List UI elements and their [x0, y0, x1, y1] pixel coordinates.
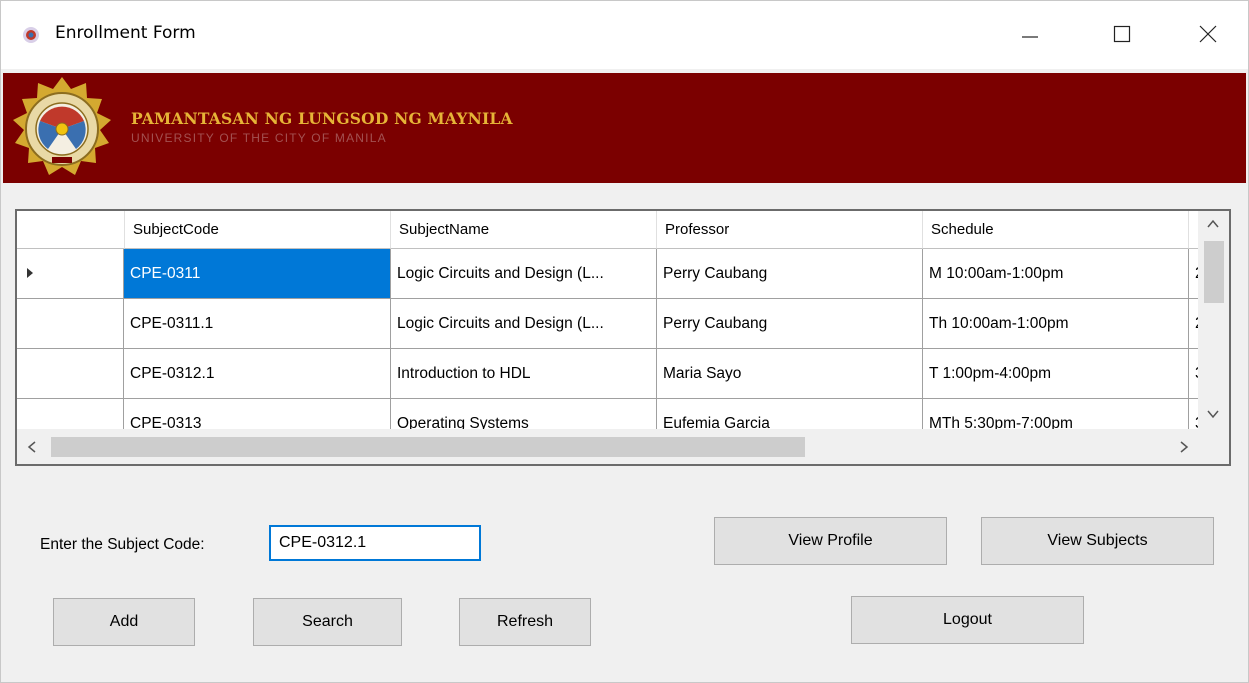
- table-cell-name[interactable]: Operating Systems: [391, 399, 657, 429]
- scroll-right-icon[interactable]: [1177, 440, 1191, 454]
- close-icon: [1199, 25, 1217, 43]
- grid-viewport: SubjectCode SubjectName Professor Schedu…: [17, 211, 1198, 429]
- scroll-left-icon[interactable]: [25, 440, 39, 454]
- scroll-down-icon[interactable]: [1206, 407, 1220, 421]
- column-header-subjectcode[interactable]: SubjectCode: [125, 211, 391, 249]
- scroll-up-icon[interactable]: [1206, 217, 1220, 231]
- enrollment-window: Enrollment Form PAMANTASAN NG LUNGSOD NG: [0, 0, 1249, 683]
- row-header[interactable]: [17, 349, 124, 399]
- table-cell-professor[interactable]: Maria Sayo: [657, 349, 923, 399]
- horizontal-scrollbar[interactable]: [17, 429, 1198, 464]
- horizontal-scroll-thumb[interactable]: [51, 437, 805, 457]
- subjects-data-grid[interactable]: SubjectCode SubjectName Professor Schedu…: [15, 209, 1231, 466]
- column-header-professor[interactable]: Professor: [657, 211, 923, 249]
- close-button[interactable]: [1185, 11, 1231, 57]
- university-subtitle: UNIVERSITY OF THE CITY OF MANILA: [131, 131, 387, 145]
- subject-code-input[interactable]: [269, 525, 481, 561]
- row-header[interactable]: [17, 399, 124, 429]
- table-cell-schedule[interactable]: Th 10:00am-1:00pm: [923, 299, 1189, 349]
- add-button[interactable]: Add: [53, 598, 195, 646]
- view-subjects-button[interactable]: View Subjects: [981, 517, 1214, 565]
- university-name: PAMANTASAN NG LUNGSOD NG MAYNILA: [131, 109, 513, 128]
- view-profile-button[interactable]: View Profile: [714, 517, 947, 565]
- column-header-subjectname[interactable]: SubjectName: [391, 211, 657, 249]
- table-cell-name[interactable]: Introduction to HDL: [391, 349, 657, 399]
- table-cell-name[interactable]: Logic Circuits and Design (L...: [391, 299, 657, 349]
- logout-button[interactable]: Logout: [851, 596, 1084, 644]
- table-cell-professor[interactable]: Perry Caubang: [657, 299, 923, 349]
- row-header[interactable]: [17, 299, 124, 349]
- university-banner: PAMANTASAN NG LUNGSOD NG MAYNILA UNIVERS…: [3, 73, 1246, 183]
- maximize-button[interactable]: [1099, 11, 1145, 57]
- grid-corner-header: [17, 211, 125, 249]
- table-cell-professor[interactable]: Perry Caubang: [657, 249, 923, 299]
- refresh-button[interactable]: Refresh: [459, 598, 591, 646]
- minimize-icon: [1022, 36, 1038, 38]
- table-cell-schedule[interactable]: MTh 5:30pm-7:00pm: [923, 399, 1189, 429]
- table-cell-extra[interactable]: 2: [1189, 249, 1198, 299]
- table-cell-code[interactable]: CPE-0311: [124, 249, 391, 299]
- column-header-schedule[interactable]: Schedule: [923, 211, 1189, 249]
- table-cell-extra[interactable]: 3: [1189, 349, 1198, 399]
- search-button[interactable]: Search: [253, 598, 402, 646]
- title-bar: Enrollment Form: [1, 1, 1248, 69]
- table-cell-code[interactable]: CPE-0311.1: [124, 299, 391, 349]
- table-cell-extra[interactable]: 2: [1189, 299, 1198, 349]
- university-seal-icon: [13, 77, 111, 175]
- column-header-extra[interactable]: .: [1189, 211, 1198, 249]
- subject-code-label: Enter the Subject Code:: [40, 536, 205, 553]
- table-cell-name[interactable]: Logic Circuits and Design (L...: [391, 249, 657, 299]
- app-icon: [23, 27, 39, 43]
- table-cell-extra[interactable]: 3: [1189, 399, 1198, 429]
- window-title: Enrollment Form: [55, 23, 196, 43]
- minimize-button[interactable]: [1007, 11, 1053, 57]
- vertical-scroll-thumb[interactable]: [1204, 241, 1224, 303]
- table-cell-code[interactable]: CPE-0312.1: [124, 349, 391, 399]
- current-row-arrow-icon: [27, 268, 33, 278]
- scrollbar-corner: [1198, 429, 1229, 464]
- table-cell-schedule[interactable]: T 1:00pm-4:00pm: [923, 349, 1189, 399]
- table-cell-schedule[interactable]: M 10:00am-1:00pm: [923, 249, 1189, 299]
- vertical-scrollbar[interactable]: [1198, 211, 1229, 429]
- table-cell-code[interactable]: CPE-0313: [124, 399, 391, 429]
- table-cell-professor[interactable]: Eufemia Garcia: [657, 399, 923, 429]
- maximize-icon: [1113, 25, 1131, 43]
- row-header[interactable]: [17, 249, 124, 299]
